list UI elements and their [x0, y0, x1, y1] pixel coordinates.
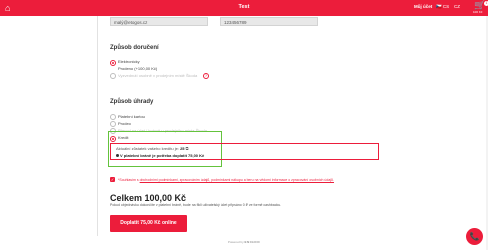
- credit-balance: 25: [180, 146, 185, 151]
- phone-field[interactable]: 123456789: [220, 17, 318, 26]
- delivery-radio-electronic[interactable]: [110, 60, 116, 66]
- order-total: Celkem 100,00 Kč: [110, 193, 187, 203]
- terms-link[interactable]: obchodními podmínkami, zpracováním údajů…: [140, 178, 334, 182]
- payment-heading: Způsob úhrady: [110, 99, 154, 105]
- delivery-option-disabled: Vyzvednutí osobně v prodejním místě Škod…: [118, 73, 198, 78]
- delivery-heading: Způsob doručení: [110, 45, 159, 51]
- payment-radio-card[interactable]: [110, 114, 116, 120]
- language-switcher[interactable]: 🇨🇿 CS: [436, 4, 449, 10]
- consent-checkbox[interactable]: ✓: [110, 177, 115, 182]
- language-label: CS: [442, 4, 450, 9]
- payment-radio-prodeo[interactable]: [110, 121, 116, 127]
- check-icon: ✓: [110, 177, 115, 182]
- account-link[interactable]: Můj účet: [414, 4, 432, 9]
- payment-option-prodeo: Prodeo: [118, 121, 131, 126]
- credit-warning: V platební bráně je potřeba doplatit 75,…: [120, 153, 205, 158]
- delivery-option-label: Elektronicky: [118, 59, 140, 64]
- cart-price: 100 Kč: [473, 10, 483, 14]
- cashback-note: Pokud objednávku dokončíte v platební br…: [110, 203, 282, 207]
- payment-option-credit: Kredit: [118, 135, 129, 140]
- copy-icon[interactable]: ⧉: [186, 146, 189, 151]
- pay-online-button[interactable]: Doplatit 75,00 Kč online: [110, 215, 187, 232]
- email-field[interactable]: malý@etogos.cz: [110, 17, 208, 26]
- powered-label: Powered by: [227, 240, 244, 244]
- powered-by: Powered by ENIGOO: [0, 240, 488, 244]
- top-bar: ⌂ Test Můj účet 🇨🇿 CS CZ 🛒 1 100 Kč: [0, 0, 488, 16]
- currency-switcher[interactable]: CZ: [454, 4, 460, 9]
- flag-icon: 🇨🇿: [436, 4, 442, 9]
- delivery-option-price: Prodeno (+100,00 Kč): [118, 66, 158, 71]
- cart-count-badge: 1: [484, 1, 488, 6]
- payment-radio-credit[interactable]: [110, 136, 116, 142]
- delivery-radio-pickup[interactable]: [110, 73, 116, 79]
- credit-info-box: Aktuální zůstatek vašeho kreditu je: 25 …: [110, 143, 379, 160]
- credit-info-label: Aktuální zůstatek vašeho kreditu je:: [116, 146, 179, 151]
- info-dot-icon: [116, 154, 119, 158]
- consent-text: *Souhlasím s obchodními podmínkami, zpra…: [118, 178, 334, 182]
- help-icon[interactable]: ?: [203, 73, 209, 79]
- progress-line: [97, 16, 98, 236]
- phone-icon: 📞: [469, 232, 480, 241]
- enigoo-logo[interactable]: ENIGOO: [245, 240, 261, 244]
- consent-prefix: *Souhlasím s: [118, 178, 139, 182]
- phone-fab-button[interactable]: 📞: [466, 228, 483, 245]
- payment-option-card: Platební kartou: [118, 114, 145, 119]
